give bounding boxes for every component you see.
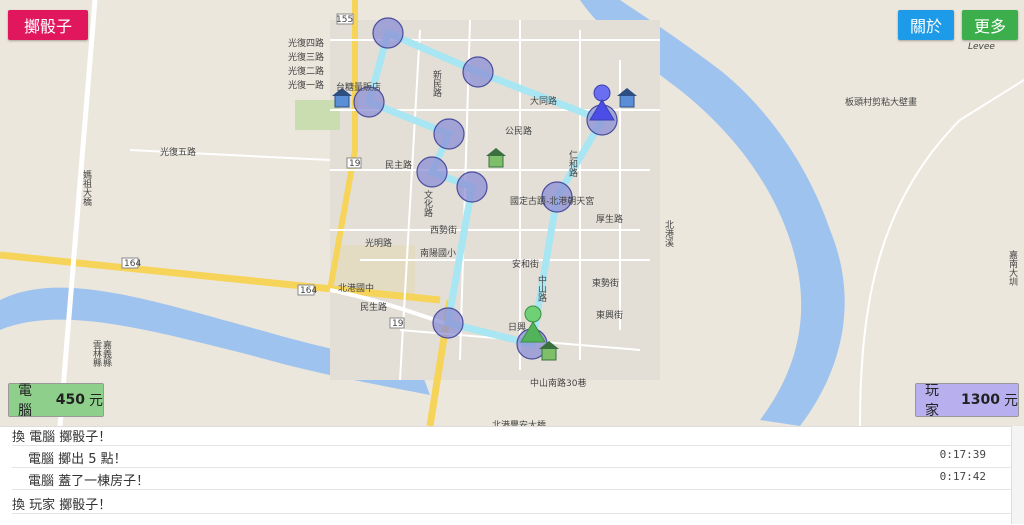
map-label: 民生路	[360, 303, 388, 313]
map-label: 公民路	[505, 127, 533, 137]
log-text: 換 玩家 擲骰子！	[12, 498, 112, 513]
map-label: 光復三路	[288, 53, 325, 63]
map-label: 嘉義縣	[101, 340, 111, 367]
map-label: 仁和路	[567, 150, 577, 177]
map-label: 大同路	[530, 97, 558, 107]
map-label: 台糖量販店	[336, 83, 382, 93]
log-row: 電腦 蓋了一棟房子！ 0:17:42	[12, 467, 1012, 490]
more-button[interactable]: 更多	[962, 10, 1018, 40]
game-map[interactable]: 155 19 164 164 19 光復四路 光復三路 光復二路 光復一路 台糖…	[0, 0, 1024, 426]
log-row: 電腦 擲出 5 點！ 0:17:39	[12, 445, 1012, 468]
map-label: 民主路	[385, 161, 413, 171]
map-label: 文化路	[422, 190, 432, 217]
route-node	[432, 307, 464, 339]
map-label: 光復二路	[288, 67, 325, 77]
log-row: 換 電腦 擲骰子！	[12, 427, 1012, 446]
route-number: 19	[349, 159, 361, 169]
about-button[interactable]: 關於	[898, 10, 954, 40]
computer-label: 電腦	[18, 383, 32, 419]
map-label: 南陽國小	[420, 249, 457, 259]
map-label: 新民路	[431, 70, 441, 97]
map-label: 西勢街	[430, 226, 458, 236]
map-label: 國定古蹟-北港朝天宮	[510, 197, 595, 207]
log-row: 換 玩家 擲骰子！	[12, 491, 1012, 514]
route-number: 155	[336, 15, 354, 25]
log-text: 換 電腦 擲骰子！	[12, 430, 112, 445]
route-node	[456, 171, 488, 203]
map-label: 板頭村剪粘大壁畫	[845, 98, 918, 108]
log-time: 0:17:42	[939, 470, 986, 483]
map-label: Levee	[968, 42, 995, 52]
player-unit: 元	[1004, 393, 1018, 409]
route-number: 164	[300, 286, 318, 296]
player-money-panel: 玩家 1300 元	[915, 383, 1019, 419]
route-node	[372, 17, 404, 49]
computer-money-panel: 電腦 450 元	[8, 383, 104, 419]
map-label: 東勢街	[592, 279, 620, 289]
map-label: 媽祖大橋	[81, 170, 91, 206]
map-label: 中山路	[536, 275, 546, 302]
roll-dice-button[interactable]: 擲骰子	[8, 10, 88, 40]
computer-unit: 元	[89, 393, 103, 409]
map-canvas	[0, 0, 1024, 426]
map-label: 北港國中	[338, 284, 375, 294]
route-number: 164	[124, 259, 142, 269]
map-label: 北港豐安大橋	[492, 421, 547, 426]
map-label: 厚生路	[596, 215, 624, 225]
computer-amount: 450	[55, 392, 85, 408]
route-node	[462, 56, 494, 88]
log-time: 0:17:39	[939, 448, 986, 461]
map-label: 光復一路	[288, 81, 325, 91]
log-text: 電腦 擲出 5 點！	[28, 452, 127, 467]
map-label: 光復四路	[288, 39, 325, 49]
route-number: 19	[392, 319, 404, 329]
map-label: 光明路	[365, 239, 393, 249]
map-label: 東興街	[596, 311, 624, 321]
map-label: 安和街	[512, 260, 540, 270]
log-scrollbar[interactable]	[1011, 426, 1024, 524]
player-label: 玩家	[925, 383, 939, 419]
map-label: 中山南路30巷	[530, 379, 587, 389]
map-label: 光復五路	[160, 148, 197, 158]
green-area	[295, 100, 340, 130]
route-node	[416, 156, 448, 188]
player-amount: 1300	[961, 392, 1000, 408]
log-text: 電腦 蓋了一棟房子！	[28, 474, 150, 489]
game-log[interactable]: 換 電腦 擲骰子！ 電腦 擲出 5 點！ 0:17:39 電腦 蓋了一棟房子！ …	[0, 426, 1024, 525]
map-label: 嘉南大圳	[1007, 250, 1017, 286]
map-label: 北港溪	[663, 220, 673, 247]
route-node	[433, 118, 465, 150]
map-label: 日興	[508, 323, 527, 333]
